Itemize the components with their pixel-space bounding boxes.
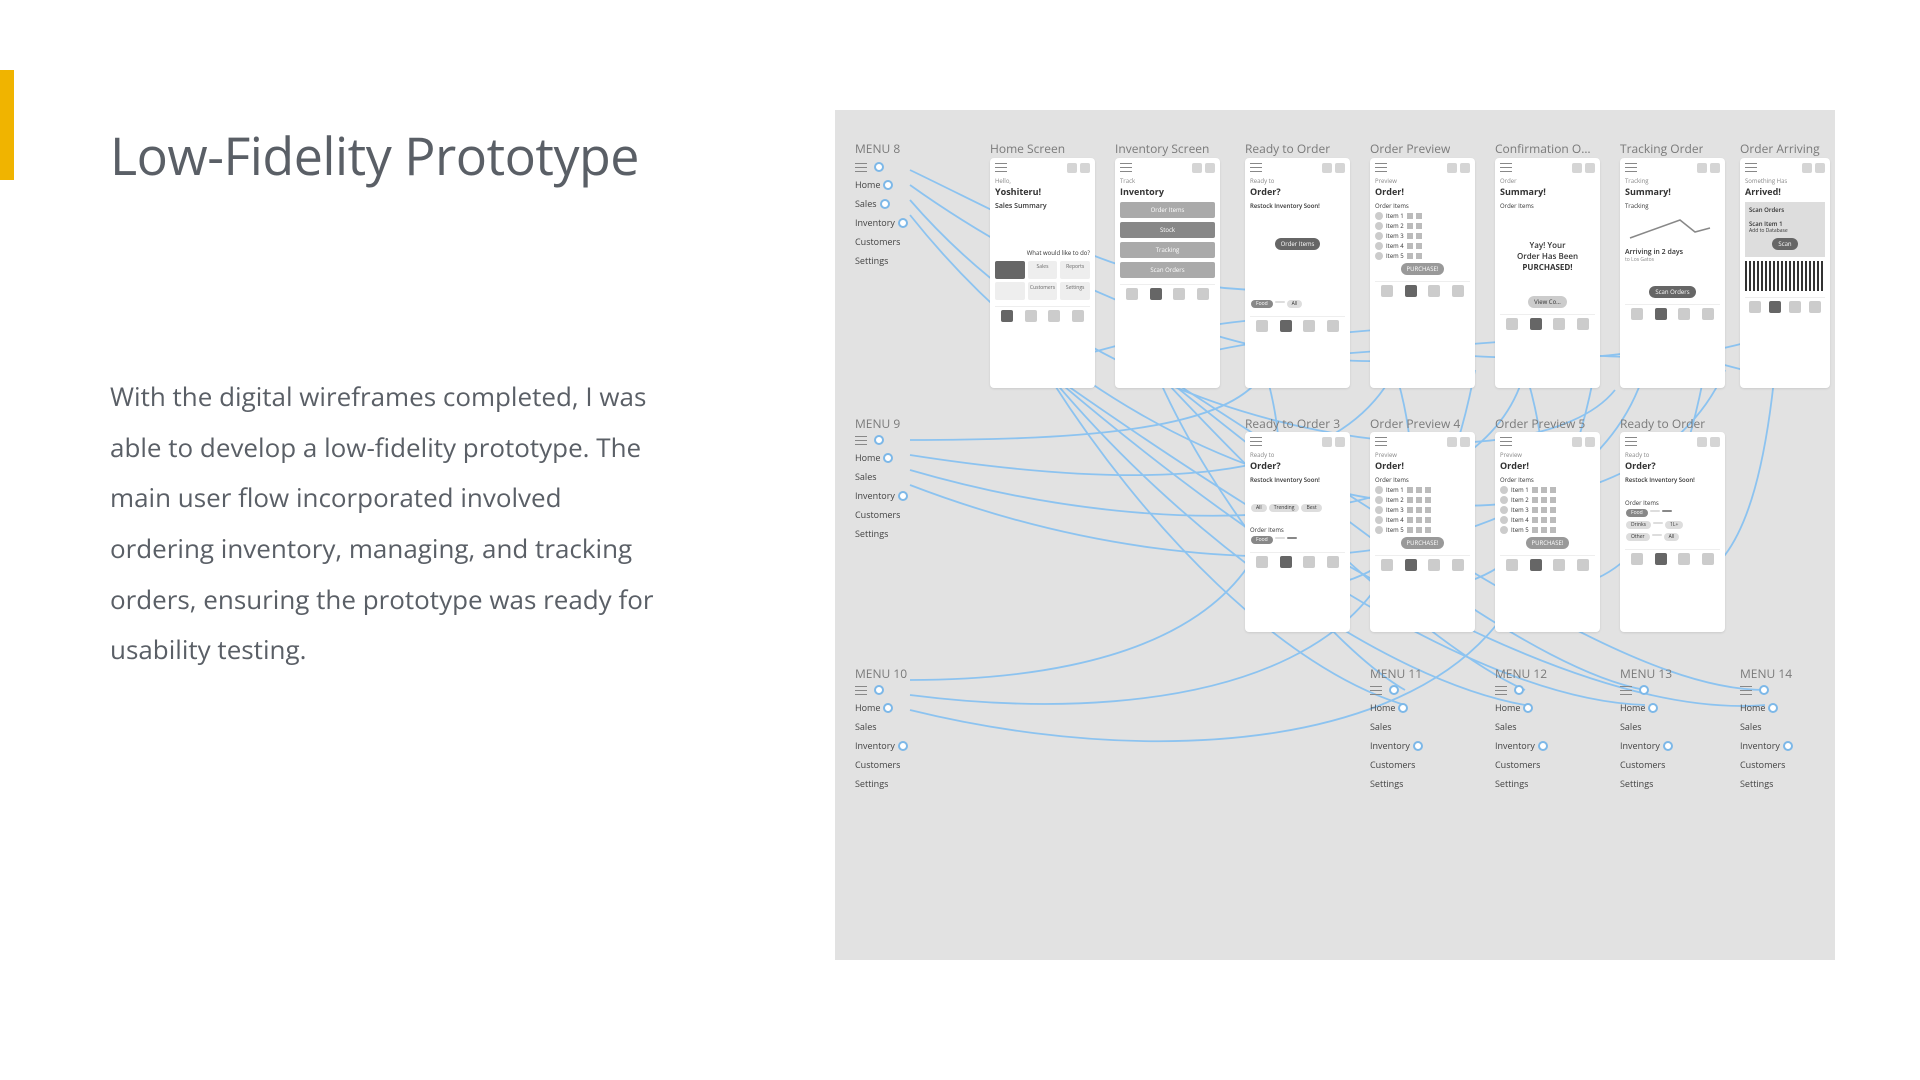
action-tile[interactable]: Reports: [1060, 261, 1090, 279]
frame-label: Ready to Order: [1245, 140, 1330, 157]
menu-icon[interactable]: [1500, 163, 1512, 172]
frame-label: Ready to Order 3: [1245, 415, 1340, 432]
frame-label: MENU 9: [855, 415, 900, 432]
chip-food[interactable]: Food: [1626, 509, 1648, 517]
frame-label: MENU 8: [855, 140, 900, 157]
frame-label: Order Preview 5: [1495, 415, 1585, 432]
frame-label: Tracking Order: [1620, 140, 1703, 157]
screen-arriving: Something Has Arrived! Scan Orders Scan …: [1740, 158, 1830, 388]
action-tile[interactable]: [995, 282, 1025, 300]
btn-view[interactable]: View Co…: [1528, 296, 1567, 308]
menu-icon[interactable]: [1625, 163, 1637, 172]
frame-label: Home Screen: [990, 140, 1065, 157]
menu-9: Home Sales Inventory Customers Settings: [855, 435, 960, 546]
btn-scan-orders[interactable]: Scan Orders: [1649, 286, 1695, 298]
greeting: Yoshiteru!: [995, 185, 1090, 198]
menu-icon[interactable]: [1745, 163, 1757, 172]
btn-order-items[interactable]: Order Items: [1275, 238, 1321, 250]
menu-13: Home Sales Inventory Customers Settings: [1620, 685, 1725, 796]
menu-icon[interactable]: [1120, 163, 1132, 172]
menu-item-home[interactable]: Home: [855, 178, 880, 191]
btn-scan-orders[interactable]: Scan Orders: [1120, 262, 1215, 278]
menu-icon[interactable]: [1250, 163, 1262, 172]
page-title: Low-Fidelity Prototype: [110, 120, 670, 191]
section-title: Sales Summary: [995, 202, 1090, 211]
header-icon: [1067, 163, 1077, 173]
accent-bar: [0, 70, 14, 180]
menu-14: Home Sales Inventory Customers Settings: [1740, 685, 1830, 796]
frame-label: Order Arriving: [1740, 140, 1820, 157]
btn-order-items[interactable]: Order Items: [1120, 202, 1215, 218]
menu-icon[interactable]: [1375, 163, 1387, 172]
frame-label: MENU 10: [855, 665, 907, 682]
screen-confirmation: Order Summary! Order Items Yay! Your Ord…: [1495, 158, 1600, 388]
menu-12: Home Sales Inventory Customers Settings: [1495, 685, 1600, 796]
hotspot-icon[interactable]: [874, 162, 884, 172]
frame-label: Ready to Order: [1620, 415, 1705, 432]
menu-item-settings[interactable]: Settings: [855, 254, 888, 267]
chip-food[interactable]: Food: [1251, 300, 1273, 308]
btn-tracking[interactable]: Tracking: [1120, 242, 1215, 258]
frame-label: MENU 11: [1370, 665, 1422, 682]
header-icon: [1080, 163, 1090, 173]
frame-label: Inventory Screen: [1115, 140, 1209, 157]
chip-all[interactable]: All: [1287, 300, 1303, 308]
screen-preview-4: Preview Order! Order Items Item 1 Item 2…: [1370, 432, 1475, 632]
menu-10: Home Sales Inventory Customers Settings: [855, 685, 960, 796]
menu-11: Home Sales Inventory Customers Settings: [1370, 685, 1475, 796]
tracking-line-icon: [1625, 210, 1715, 245]
body-text: With the digital wireframes completed, I…: [110, 371, 670, 675]
menu-8: Home Sales Inventory Customers Settings: [855, 162, 960, 273]
action-tile[interactable]: Sales: [1028, 261, 1058, 279]
btn-scan[interactable]: Scan: [1772, 238, 1797, 250]
btn-stock[interactable]: Stock: [1120, 222, 1215, 238]
frame-label: Order Preview: [1370, 140, 1450, 157]
prompt: What would like to do?: [995, 249, 1090, 257]
action-tile[interactable]: Settings: [1060, 282, 1090, 300]
frame-label: Order Preview 4: [1370, 415, 1460, 432]
screen-preview-5: Preview Order! Order Items Item 1 Item 2…: [1495, 432, 1600, 632]
subtitle: Track: [1120, 177, 1215, 185]
menu-icon[interactable]: [995, 163, 1007, 172]
chip-food[interactable]: Food: [1251, 536, 1273, 544]
prototype-canvas: MENU 8 Home Screen Inventory Screen Read…: [835, 110, 1835, 960]
screen-tracking: Tracking Summary! Tracking Arriving in 2…: [1620, 158, 1725, 388]
chip[interactable]: [1275, 301, 1285, 303]
screen-order-preview: Preview Order! Order Items Item 1 Item 2…: [1370, 158, 1475, 388]
menu-icon: [855, 163, 867, 172]
screen-ready-row2: Ready to Order? Restock Inventory Soon! …: [1620, 432, 1725, 632]
chip-drinks[interactable]: Drinks: [1626, 521, 1651, 529]
action-tile[interactable]: [995, 261, 1025, 279]
frame-label: MENU 13: [1620, 665, 1672, 682]
barcode-icon: [1745, 261, 1825, 291]
menu-item-sales[interactable]: Sales: [855, 197, 877, 210]
screen-ready-order: Ready to Order? Restock Inventory Soon! …: [1245, 158, 1350, 388]
action-tile[interactable]: Customers: [1028, 282, 1058, 300]
screen-ready-3: Ready to Order? Restock Inventory Soon! …: [1245, 432, 1350, 632]
frame-label: Confirmation O…: [1495, 140, 1591, 157]
menu-item-customers[interactable]: Customers: [855, 235, 900, 248]
scan-panel: Scan Orders Scan Item 1 Add to Database …: [1745, 202, 1825, 257]
menu-item-inventory[interactable]: Inventory: [855, 216, 895, 229]
greeting-sm: Hello,: [995, 177, 1090, 185]
btn-purchase[interactable]: PURCHASE!: [1401, 263, 1445, 275]
screen-inventory: Track Inventory Order Items Stock Tracki…: [1115, 158, 1220, 388]
screen-home: Hello, Yoshiteru! Sales Summary What wou…: [990, 158, 1095, 388]
frame-label: MENU 14: [1740, 665, 1792, 682]
chip-other[interactable]: Other: [1626, 533, 1650, 541]
title: Inventory: [1120, 185, 1215, 198]
frame-label: MENU 12: [1495, 665, 1547, 682]
